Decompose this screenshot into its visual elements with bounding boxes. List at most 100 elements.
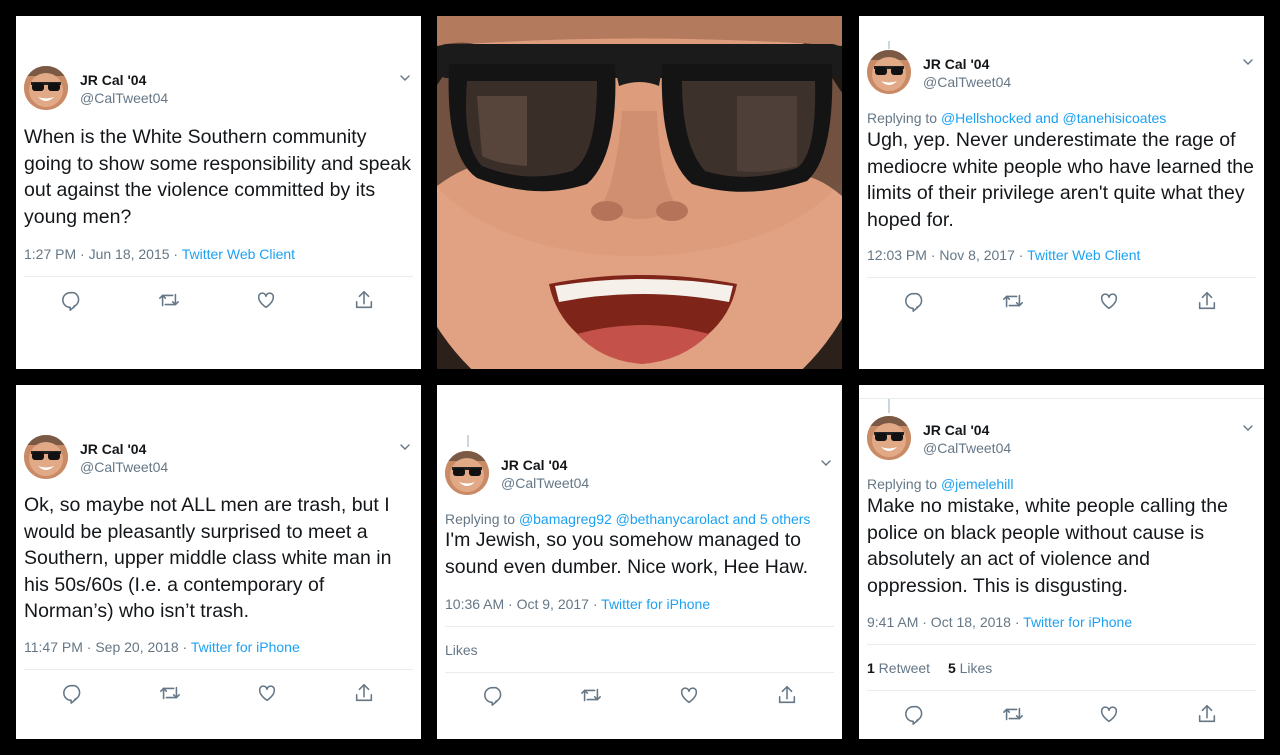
display-name[interactable]: JR Cal '04 — [501, 457, 567, 473]
avatar[interactable] — [24, 66, 68, 110]
action-bar — [16, 682, 421, 706]
divider — [24, 276, 413, 277]
tweet-meta: 1:27 PM · Jun 18, 2015 · Twitter Web Cli… — [24, 246, 295, 262]
profile-photo — [437, 16, 842, 369]
tweet-timestamp: 10:36 AM · Oct 9, 2017 · — [445, 596, 602, 612]
likes-count: 5 — [947, 660, 956, 676]
reply-target-links[interactable]: @bamagreg92 @bethanycarolact and 5 other… — [519, 511, 811, 527]
tweet-meta: 9:41 AM · Oct 18, 2018 · Twitter for iPh… — [867, 614, 1132, 630]
action-bar — [859, 290, 1264, 314]
share-icon[interactable] — [353, 682, 375, 704]
divider — [867, 277, 1256, 278]
tweet-card-2[interactable]: JR Cal '04 @CalTweet04 Replying to @Hell… — [859, 16, 1264, 369]
reply-icon[interactable] — [483, 684, 505, 706]
divider — [24, 669, 413, 670]
like-icon[interactable] — [255, 289, 277, 311]
retweet-stat[interactable]: 1 Retweet — [867, 660, 930, 676]
thread-line — [467, 435, 469, 447]
tweet-meta: 11:47 PM · Sep 20, 2018 · Twitter for iP… — [24, 639, 300, 655]
tweet-client-link[interactable]: Twitter Web Client — [1027, 247, 1140, 263]
tweet-timestamp: 1:27 PM · Jun 18, 2015 · — [24, 246, 182, 262]
action-bar — [859, 703, 1264, 727]
tweet-client-link[interactable]: Twitter for iPhone — [1023, 614, 1132, 630]
chevron-down-icon[interactable] — [399, 72, 411, 84]
user-handle[interactable]: @CalTweet04 — [923, 74, 1011, 90]
share-icon[interactable] — [776, 684, 798, 706]
avatar[interactable] — [867, 50, 911, 94]
action-bar — [16, 289, 421, 313]
chevron-down-icon[interactable] — [399, 441, 411, 453]
tweet-card-1[interactable]: JR Cal '04 @CalTweet04 When is the White… — [16, 16, 421, 369]
tweet-timestamp: 11:47 PM · Sep 20, 2018 · — [24, 639, 191, 655]
reply-icon[interactable] — [904, 290, 926, 312]
share-icon[interactable] — [1196, 703, 1218, 725]
tweet-stats[interactable]: Likes — [445, 642, 478, 658]
share-icon[interactable] — [1196, 290, 1218, 312]
tweet-client-link[interactable]: Twitter for iPhone — [601, 596, 710, 612]
user-handle[interactable]: @CalTweet04 — [80, 90, 168, 106]
reply-icon[interactable] — [61, 289, 83, 311]
divider — [445, 672, 834, 673]
replying-to: Replying to @bamagreg92 @bethanycarolact… — [445, 511, 810, 527]
replying-to: Replying to @Hellshocked and @tanehisico… — [867, 110, 1166, 126]
replying-to: Replying to @jemelehill — [867, 476, 1014, 492]
retweets-count: 1 — [867, 660, 875, 676]
action-bar — [437, 684, 842, 708]
user-handle[interactable]: @CalTweet04 — [501, 475, 589, 491]
avatar[interactable] — [24, 435, 68, 479]
tweet-client-link[interactable]: Twitter Web Client — [182, 246, 295, 262]
thread-line — [888, 399, 890, 413]
tweet-meta: 10:36 AM · Oct 9, 2017 · Twitter for iPh… — [445, 596, 710, 612]
display-name[interactable]: JR Cal '04 — [923, 56, 989, 72]
divider — [867, 644, 1256, 645]
likes-label: Likes — [445, 642, 478, 658]
display-name[interactable]: JR Cal '04 — [923, 422, 989, 438]
retweets-label: Retweet — [874, 660, 931, 676]
tweet-card-3[interactable]: JR Cal '04 @CalTweet04 Ok, so maybe not … — [16, 385, 421, 739]
divider — [867, 690, 1256, 691]
divider — [859, 398, 1264, 399]
replying-to-label: Replying to — [445, 511, 519, 527]
tweet-client-link[interactable]: Twitter for iPhone — [191, 639, 300, 655]
user-handle[interactable]: @CalTweet04 — [80, 459, 168, 475]
tweet-card-5[interactable]: JR Cal '04 @CalTweet04 Replying to @jeme… — [859, 385, 1264, 739]
display-name[interactable]: JR Cal '04 — [80, 441, 146, 457]
divider — [445, 626, 834, 627]
retweet-icon[interactable] — [580, 684, 602, 706]
likes-stat[interactable]: 5 Likes — [948, 660, 992, 676]
retweet-icon[interactable] — [159, 682, 181, 704]
chevron-down-icon[interactable] — [1242, 56, 1254, 68]
like-icon[interactable] — [256, 682, 278, 704]
replying-to-label: Replying to — [867, 476, 941, 492]
thread-line — [888, 41, 890, 49]
retweet-icon[interactable] — [1002, 290, 1024, 312]
tweet-text: When is the White Southern community goi… — [24, 126, 411, 228]
reply-target-links[interactable]: @Hellshocked and @tanehisicoates — [941, 110, 1166, 126]
user-handle[interactable]: @CalTweet04 — [923, 440, 1011, 456]
chevron-down-icon[interactable] — [1242, 422, 1254, 434]
like-icon[interactable] — [1098, 290, 1120, 312]
like-icon[interactable] — [678, 684, 700, 706]
retweet-icon[interactable] — [1002, 703, 1024, 725]
tweet-timestamp: 12:03 PM · Nov 8, 2017 · — [867, 247, 1028, 263]
tweet-timestamp: 9:41 AM · Oct 18, 2018 · — [867, 614, 1024, 630]
tweet-text: Ugh, yep. Never underestimate the rage o… — [867, 129, 1255, 231]
tweet-stats: 1 Retweet 5 Likes — [867, 660, 992, 676]
smiling-man-photo — [437, 16, 842, 369]
replying-to-label: Replying to — [867, 110, 941, 126]
reply-icon[interactable] — [904, 703, 926, 725]
tweet-meta: 12:03 PM · Nov 8, 2017 · Twitter Web Cli… — [867, 247, 1140, 263]
likes-label: Likes — [955, 660, 993, 676]
share-icon[interactable] — [353, 289, 375, 311]
reply-icon[interactable] — [62, 682, 84, 704]
tweet-text: Ok, so maybe not ALL men are trash, but … — [24, 494, 392, 622]
retweet-icon[interactable] — [158, 289, 180, 311]
tweet-card-4[interactable]: JR Cal '04 @CalTweet04 Replying to @bama… — [437, 385, 842, 739]
like-icon[interactable] — [1098, 703, 1120, 725]
chevron-down-icon[interactable] — [820, 457, 832, 469]
display-name[interactable]: JR Cal '04 — [80, 72, 146, 88]
avatar[interactable] — [867, 416, 911, 460]
reply-target-links[interactable]: @jemelehill — [941, 476, 1014, 492]
avatar[interactable] — [445, 451, 489, 495]
tweet-text: Make no mistake, white people calling th… — [867, 495, 1228, 597]
